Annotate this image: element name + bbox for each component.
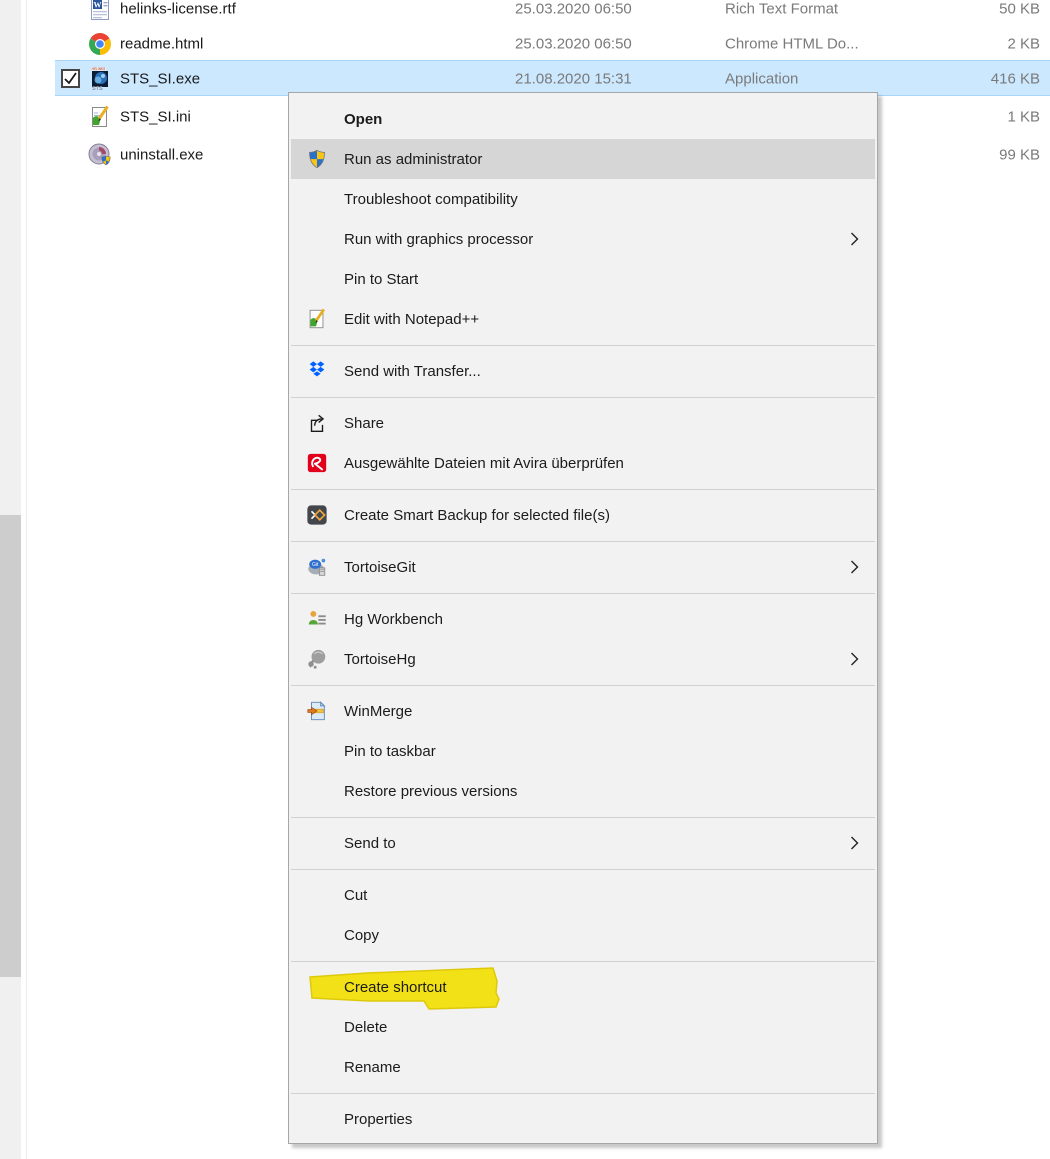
menu-item-delete[interactable]: Delete (289, 1007, 877, 1047)
menu-separator (289, 535, 877, 547)
menu-separator (289, 339, 877, 351)
tortoisegit-icon: Git (305, 555, 329, 579)
menu-item-send-with-transfer[interactable]: Send with Transfer... (289, 351, 877, 391)
menu-separator (289, 587, 877, 599)
menu-separator (289, 863, 877, 875)
menu-item-cut[interactable]: Cut (289, 875, 877, 915)
context-menu: Open Run as administrator Troubleshoot c… (288, 92, 878, 1144)
file-type: Chrome HTML Do... (725, 36, 859, 53)
notepadpp-icon (305, 307, 329, 331)
file-size: 50 KB (999, 1, 1040, 18)
sts-app-icon: HELINKS STS (88, 67, 112, 91)
left-scrollbar-track[interactable] (0, 0, 21, 1159)
avira-icon (305, 451, 329, 475)
menu-item-copy[interactable]: Copy (289, 915, 877, 955)
file-name: STS_SI.exe (120, 70, 200, 87)
file-name: uninstall.exe (120, 147, 203, 164)
svg-text:STS: STS (92, 86, 103, 91)
menu-item-pin-to-start[interactable]: Pin to Start (289, 259, 877, 299)
menu-separator (289, 1087, 877, 1099)
file-type: Application (725, 70, 798, 87)
file-size: 1 KB (1007, 109, 1040, 126)
uninstaller-icon (88, 143, 112, 167)
file-date: 21.08.2020 15:31 (515, 70, 632, 87)
menu-separator (289, 811, 877, 823)
notepadpp-icon (88, 105, 112, 129)
file-name: helinks-license.rtf (120, 1, 236, 18)
uac-shield-icon (305, 147, 329, 171)
menu-item-create-smart-backup[interactable]: Create Smart Backup for selected file(s) (289, 495, 877, 535)
file-date: 25.03.2020 06:50 (515, 1, 632, 18)
file-type: Rich Text Format (725, 1, 838, 18)
rtf-document-icon: W (88, 0, 112, 21)
dropbox-icon (305, 359, 329, 383)
left-scrollbar-thumb[interactable] (0, 515, 21, 977)
menu-item-tortoisehg[interactable]: TortoiseHg (289, 639, 877, 679)
menu-item-share[interactable]: Share (289, 403, 877, 443)
menu-item-troubleshoot-compatibility[interactable]: Troubleshoot compatibility (289, 179, 877, 219)
hg-workbench-icon (305, 607, 329, 631)
chevron-right-icon (850, 652, 859, 666)
winmerge-icon (305, 699, 329, 723)
svg-text:HELINKS: HELINKS (92, 67, 106, 71)
menu-separator (289, 483, 877, 495)
row-checkbox[interactable] (61, 69, 80, 88)
menu-item-open[interactable]: Open (289, 99, 877, 139)
menu-item-edit-with-notepadpp[interactable]: Edit with Notepad++ (289, 299, 877, 339)
menu-item-run-with-graphics-processor[interactable]: Run with graphics processor (289, 219, 877, 259)
file-name: readme.html (120, 36, 203, 53)
menu-item-send-to[interactable]: Send to (289, 823, 877, 863)
file-size: 2 KB (1007, 36, 1040, 53)
menu-item-pin-to-taskbar[interactable]: Pin to taskbar (289, 731, 877, 771)
smart-backup-icon (305, 503, 329, 527)
tortoisehg-icon (305, 647, 329, 671)
file-row[interactable]: readme.html 25.03.2020 06:50 Chrome HTML… (27, 25, 1050, 63)
menu-item-create-shortcut[interactable]: Create shortcut (289, 967, 877, 1007)
chevron-right-icon (850, 560, 859, 574)
menu-separator (289, 955, 877, 967)
chevron-right-icon (850, 232, 859, 246)
file-name: STS_SI.ini (120, 109, 191, 126)
menu-item-restore-previous-versions[interactable]: Restore previous versions (289, 771, 877, 811)
svg-text:W: W (94, 1, 102, 10)
menu-item-winmerge[interactable]: WinMerge (289, 691, 877, 731)
menu-item-avira-scan[interactable]: Ausgewählte Dateien mit Avira überprüfen (289, 443, 877, 483)
file-row[interactable]: W helinks-license.rtf 25.03.2020 06:50 R… (27, 0, 1050, 28)
menu-item-tortoisegit[interactable]: Git TortoiseGit (289, 547, 877, 587)
menu-item-properties[interactable]: Properties (289, 1099, 877, 1139)
file-size: 416 KB (991, 70, 1040, 87)
menu-item-run-as-administrator[interactable]: Run as administrator (291, 139, 875, 179)
svg-text:Git: Git (312, 562, 319, 568)
menu-separator (289, 679, 877, 691)
file-date: 25.03.2020 06:50 (515, 36, 632, 53)
menu-item-hg-workbench[interactable]: Hg Workbench (289, 599, 877, 639)
chevron-right-icon (850, 836, 859, 850)
menu-item-rename[interactable]: Rename (289, 1047, 877, 1087)
share-icon (305, 411, 329, 435)
menu-separator (289, 391, 877, 403)
chrome-icon (88, 32, 112, 56)
file-size: 99 KB (999, 147, 1040, 164)
